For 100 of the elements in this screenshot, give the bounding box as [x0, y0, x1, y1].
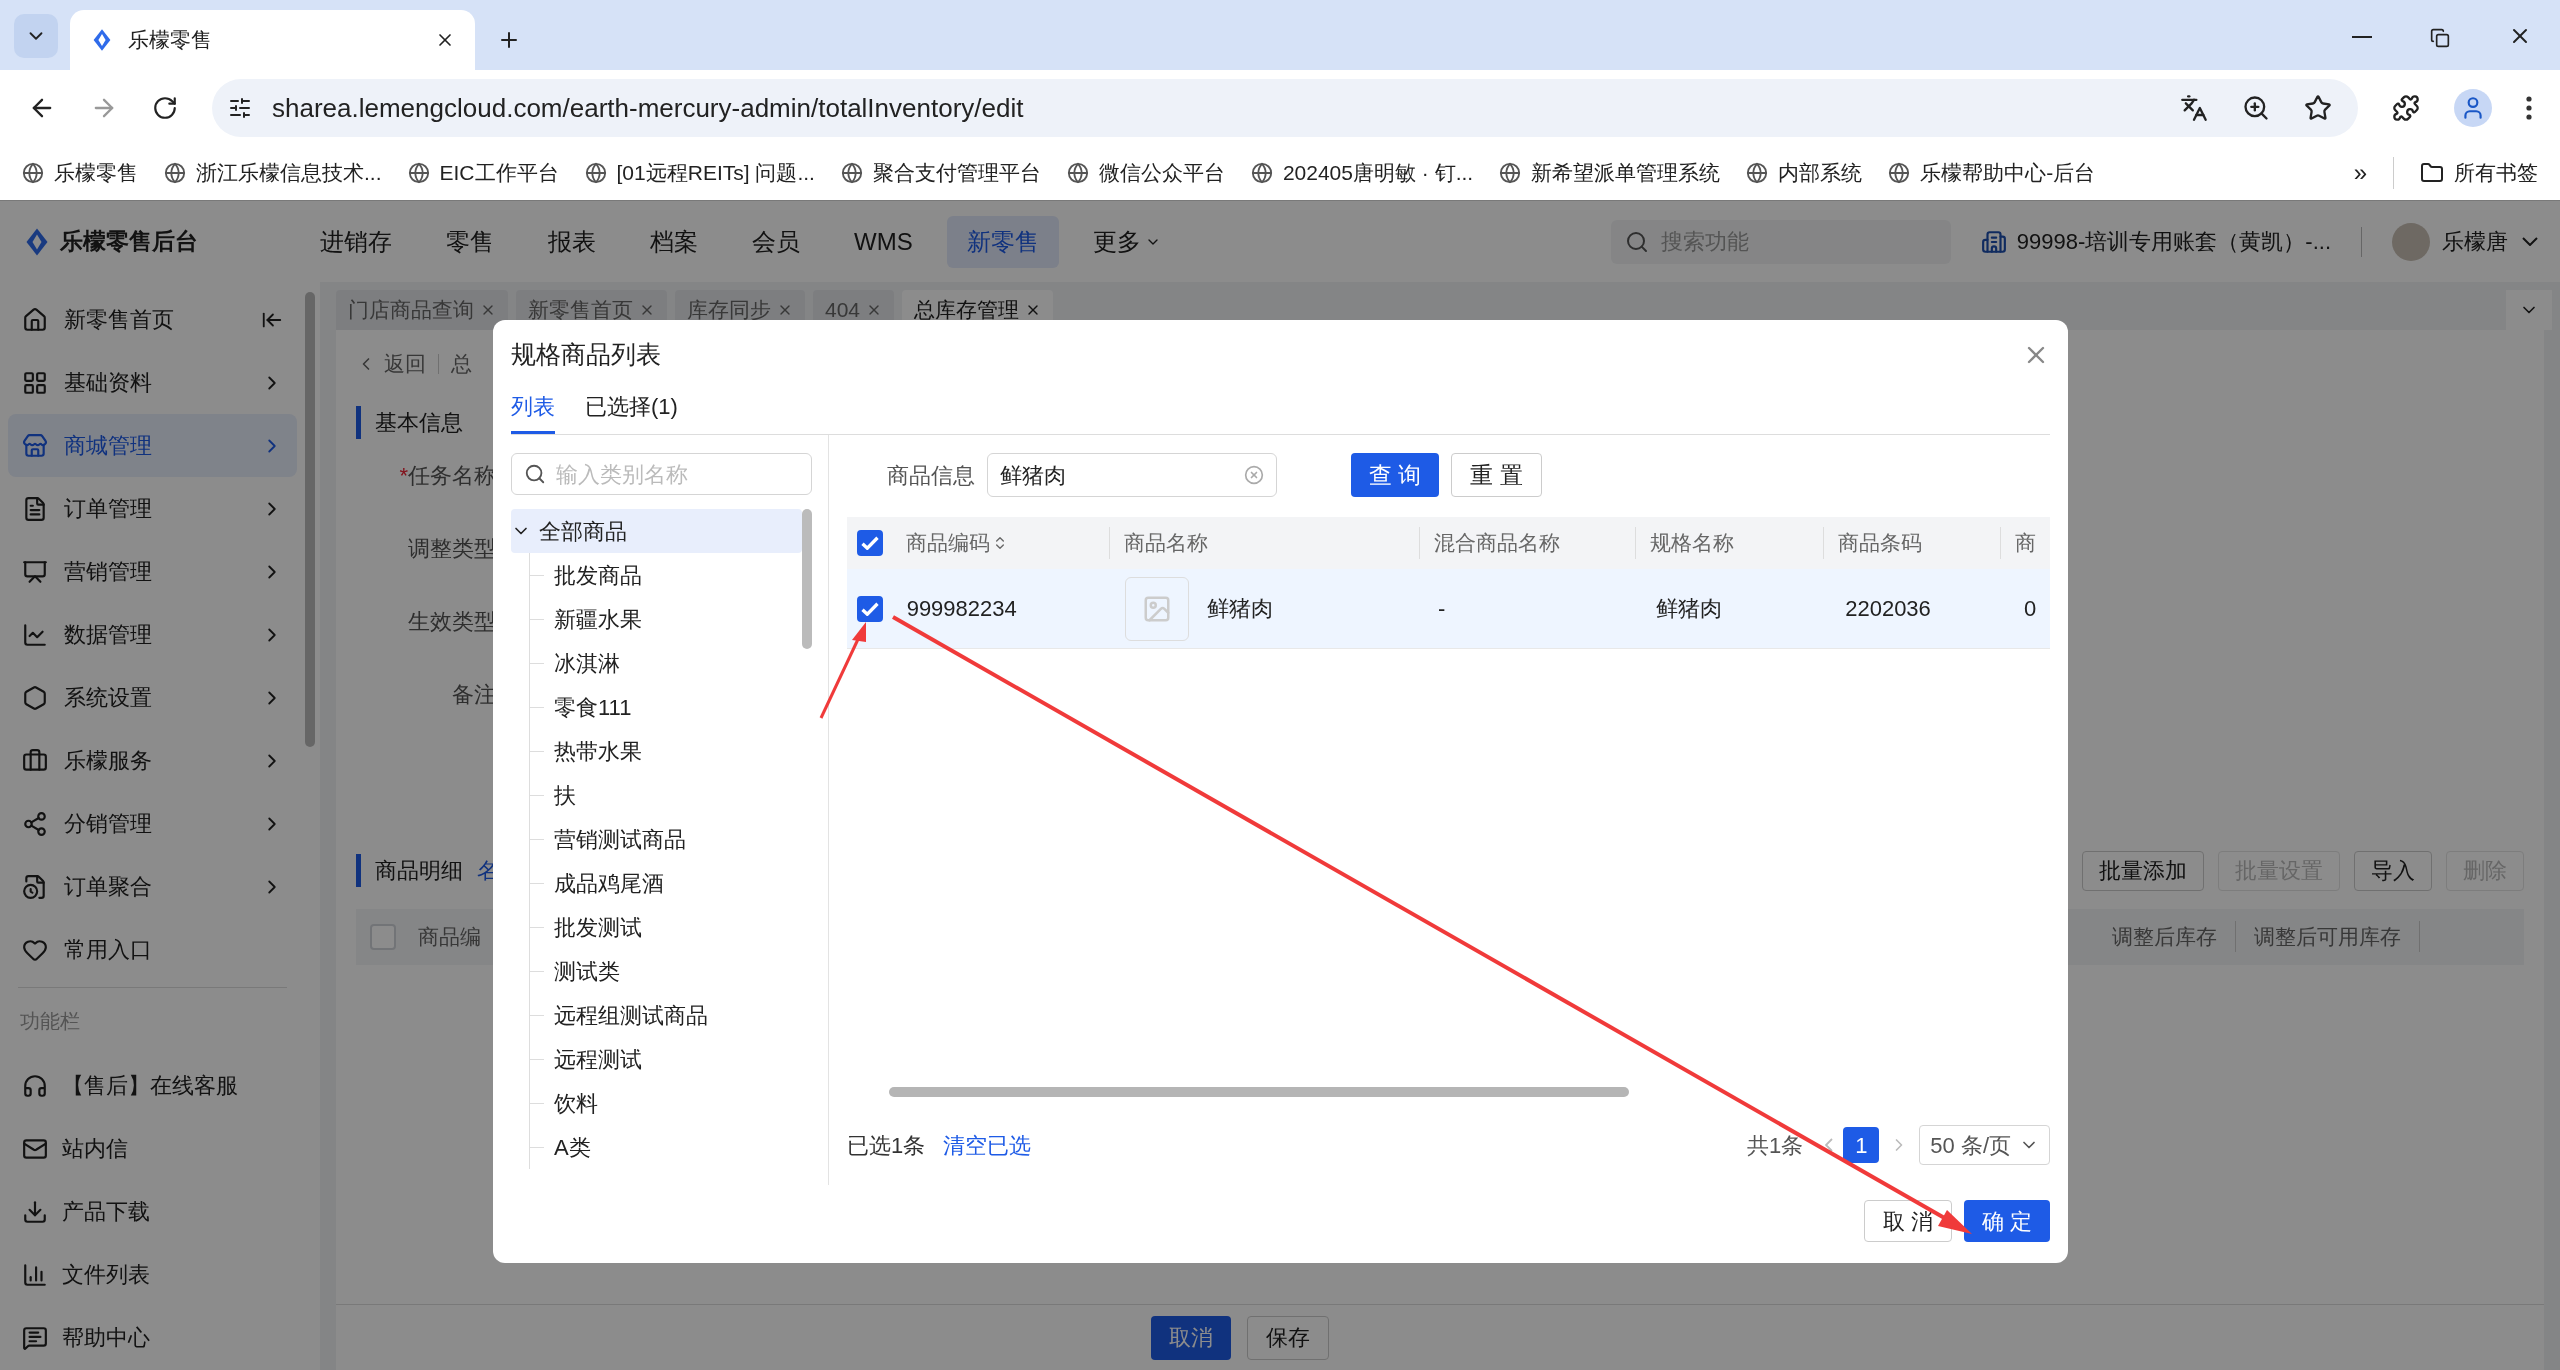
- profile-avatar[interactable]: [2454, 89, 2492, 127]
- folder-icon: [2420, 161, 2444, 185]
- all-bookmarks-link[interactable]: 所有书签: [2393, 157, 2538, 189]
- nav-tab[interactable]: WMS: [834, 215, 933, 268]
- product-search-field[interactable]: 鲜猪肉: [987, 453, 1277, 497]
- sidebar-item[interactable]: 商城管理: [8, 414, 297, 477]
- nav-tab[interactable]: 新零售: [946, 215, 1059, 268]
- account-name[interactable]: 99998-培训专用账套（黄凯）-...: [2016, 225, 2331, 258]
- footer-button[interactable]: 取消: [1151, 1315, 1231, 1360]
- page-tab[interactable]: 门店商品查询: [336, 290, 508, 330]
- tree-node[interactable]: 测试类: [550, 954, 624, 988]
- action-button[interactable]: 导入: [2354, 850, 2432, 891]
- user-name[interactable]: 乐檬唐: [2442, 225, 2508, 258]
- globe-icon: [1066, 162, 1089, 184]
- user-avatar[interactable]: [2392, 222, 2430, 261]
- confirm-button[interactable]: 确 定: [1963, 1200, 2050, 1242]
- translate-icon: [2180, 94, 2208, 122]
- bookmark-link[interactable]: 聚合支付管理平台: [840, 157, 1041, 189]
- sidebar-item[interactable]: 【售后】在线客服: [8, 1054, 297, 1117]
- browser-tab[interactable]: 乐檬零售: [70, 10, 475, 70]
- table-cell-text: 0: [2023, 595, 2038, 623]
- sidebar-item[interactable]: 乐檬服务: [8, 729, 297, 792]
- page-number[interactable]: 1: [1843, 1127, 1880, 1163]
- tree-node[interactable]: A类: [550, 1130, 595, 1164]
- reload-icon: [152, 95, 178, 121]
- page-size-select[interactable]: 50 条/页: [1919, 1125, 2050, 1165]
- horizontal-scrollbar[interactable]: [889, 1087, 1629, 1097]
- sidebar-item[interactable]: 常用入口: [8, 918, 297, 981]
- bookmark-link[interactable]: 浙江乐檬信息技术...: [164, 157, 382, 189]
- tree-node[interactable]: 全部商品: [511, 509, 802, 553]
- address-bar[interactable]: sharea.lemengcloud.com/earth-mercury-admin/totalInventory/edit: [212, 79, 2358, 137]
- sidebar-item[interactable]: 帮助中心: [8, 1306, 297, 1369]
- nav-tab[interactable]: 进销存: [300, 215, 412, 268]
- row-checkbox[interactable]: [856, 595, 883, 622]
- dialog-tab[interactable]: 列表: [511, 390, 555, 434]
- column-header: 商品编: [418, 923, 481, 950]
- table-row[interactable]: 999982234 鲜猪肉 - 鲜猪肉 2202036 0: [847, 569, 2050, 649]
- reset-button[interactable]: 重 置: [1451, 453, 1542, 497]
- scrollbar-thumb[interactable]: [802, 509, 812, 649]
- tree-node[interactable]: 批发商品: [550, 558, 646, 592]
- footer-button[interactable]: 保存: [1247, 1315, 1329, 1360]
- bookmark-link[interactable]: 202405唐明敏 · 钉...: [1250, 157, 1474, 189]
- globe-icon: [164, 162, 186, 184]
- tab-list-button[interactable]: [14, 14, 58, 58]
- sidebar-item[interactable]: 基础资料: [8, 351, 297, 414]
- action-button[interactable]: 批量添加: [2082, 850, 2204, 891]
- tree-node[interactable]: 成品鸡尾酒: [550, 866, 668, 900]
- search-icon: [524, 463, 546, 485]
- menu-item-icon: [22, 810, 48, 837]
- tree-node[interactable]: 远程组测试商品: [550, 998, 712, 1032]
- bookmark-link[interactable]: 内部系统: [1746, 157, 1863, 189]
- sidebar-item[interactable]: 分销管理: [8, 792, 297, 855]
- bookmark-link[interactable]: 乐檬帮助中心-后台: [1888, 157, 2096, 189]
- tabs-dropdown-button[interactable]: [2506, 290, 2552, 330]
- tree-node[interactable]: 零食111: [550, 690, 636, 724]
- sidebar-item[interactable]: 站内信: [8, 1117, 297, 1180]
- nav-tab[interactable]: 更多: [1072, 215, 1181, 268]
- bookmark-link[interactable]: 新希望派单管理系统: [1499, 157, 1721, 189]
- tree-node[interactable]: 新疆水果: [550, 602, 646, 636]
- sidebar-item[interactable]: 订单管理: [8, 477, 297, 540]
- sidebar-item[interactable]: 数据管理: [8, 603, 297, 666]
- menu-item-icon: [22, 1261, 48, 1288]
- query-button[interactable]: 查 询: [1351, 453, 1440, 497]
- menu-item-icon: [22, 621, 48, 648]
- scrollbar-thumb[interactable]: [305, 292, 315, 747]
- menu-icon: [2526, 96, 2532, 120]
- section-title: 功能栏: [19, 1009, 81, 1034]
- bookmark-link[interactable]: 微信公众平台: [1066, 157, 1225, 189]
- nav-tab[interactable]: 零售: [426, 215, 514, 268]
- sidebar-item[interactable]: 文件列表: [8, 1243, 297, 1306]
- bookmark-link[interactable]: 乐檬零售: [22, 157, 138, 189]
- nav-tab[interactable]: 档案: [630, 215, 718, 268]
- tree-node[interactable]: 营销测试商品: [550, 822, 690, 856]
- more-bookmarks-button[interactable]: »: [2353, 155, 2367, 191]
- column-header: 商: [2000, 527, 2050, 559]
- search-icon: [1624, 229, 1649, 254]
- sidebar-item[interactable]: 系统设置: [8, 666, 297, 729]
- checkmark-icon: [860, 601, 879, 616]
- back-link[interactable]: 返回: [356, 348, 426, 380]
- bookmark-link[interactable]: EIC工作平台: [407, 157, 559, 189]
- checkmark-icon: [860, 536, 879, 550]
- bookmark-link[interactable]: [01远程REITs] 问题...: [584, 157, 815, 189]
- menu-item-icon: [22, 495, 48, 522]
- sidebar-item[interactable]: 营销管理: [8, 540, 297, 603]
- tree-node[interactable]: 批发测试: [550, 910, 646, 944]
- globe-icon: [840, 162, 863, 184]
- clear-icon: [1244, 465, 1264, 485]
- nav-tab[interactable]: 报表: [528, 215, 616, 268]
- sidebar-item[interactable]: 产品下载: [8, 1180, 297, 1243]
- sidebar-item[interactable]: 新零售首页: [8, 288, 297, 351]
- menu-item-icon: [22, 306, 48, 333]
- select-all-checkbox[interactable]: [856, 530, 883, 556]
- clear-selection-link[interactable]: 清空已选: [943, 1128, 1032, 1162]
- tree-node[interactable]: 冰淇淋: [550, 646, 624, 680]
- tree-node[interactable]: 热带水果: [550, 734, 646, 768]
- sidebar-item[interactable]: 订单聚合: [8, 855, 297, 918]
- nav-tab[interactable]: 会员: [732, 215, 820, 268]
- tree-node[interactable]: 扶: [550, 778, 580, 812]
- tree-node[interactable]: 远程测试: [550, 1042, 646, 1076]
- tree-node[interactable]: 饮料: [550, 1086, 602, 1120]
